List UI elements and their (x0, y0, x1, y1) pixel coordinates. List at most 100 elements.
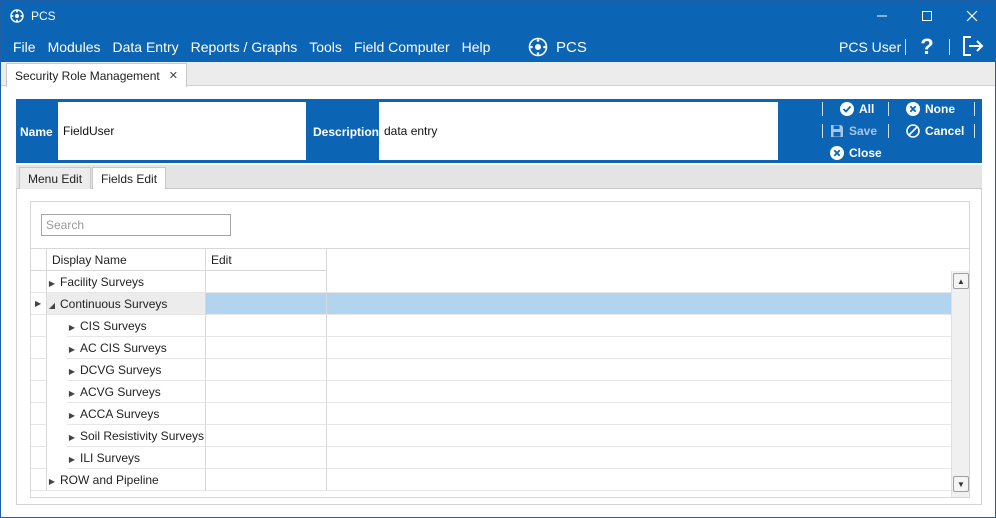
expand-arrow-icon[interactable]: ▶ (67, 449, 77, 471)
menu-file[interactable]: File (1, 35, 42, 59)
save-button[interactable]: Save (830, 124, 877, 138)
menu-data-entry[interactable]: Data Entry (106, 35, 184, 59)
edit-cell[interactable] (206, 381, 327, 403)
row-header[interactable]: ▶ (31, 293, 47, 315)
row-label: ACCA Surveys (80, 407, 160, 421)
tab-close-icon[interactable]: ✕ (169, 69, 178, 82)
edit-cell[interactable] (206, 315, 327, 337)
display-name-cell[interactable]: ▶ ACVG Surveys (67, 381, 206, 403)
current-row-indicator-icon: ▶ (35, 299, 42, 308)
row-header[interactable] (31, 403, 47, 425)
expand-arrow-icon[interactable]: ▶ (47, 273, 57, 295)
divider (905, 39, 906, 55)
column-header-edit[interactable]: Edit (206, 249, 327, 271)
empty-cell (327, 425, 951, 447)
tab-menu-edit[interactable]: Menu Edit (19, 167, 92, 190)
menu-modules[interactable]: Modules (42, 35, 107, 59)
empty-cell (327, 293, 951, 315)
table-row[interactable]: ▶ DCVG Surveys (31, 359, 951, 381)
brand: PCS (528, 37, 587, 57)
row-header[interactable] (31, 469, 47, 491)
row-header[interactable] (31, 425, 47, 447)
table-row[interactable]: ▶ ILI Surveys (31, 447, 951, 469)
expand-arrow-icon[interactable]: ▶ (67, 361, 77, 383)
vertical-scrollbar[interactable]: ▲ ▼ (951, 271, 969, 497)
divider (888, 102, 889, 116)
help-icon[interactable]: ? (917, 34, 937, 60)
save-label: Save (849, 124, 878, 138)
display-name-cell[interactable]: ▶ Facility Surveys (47, 271, 206, 293)
display-name-cell[interactable]: ▶ CIS Surveys (67, 315, 206, 337)
row-header[interactable] (31, 447, 47, 469)
display-name-cell[interactable]: ▶ Soil Resistivity Surveys (67, 425, 206, 447)
menu-help[interactable]: Help (456, 35, 497, 59)
window-title: PCS (31, 9, 56, 23)
select-none-button[interactable]: None (906, 102, 955, 116)
row-label: Facility Surveys (60, 275, 145, 289)
column-header-display-name[interactable]: Display Name (47, 249, 206, 271)
row-label: DCVG Surveys (80, 363, 162, 377)
tab-security-role-management[interactable]: Security Role Management ✕ (6, 63, 187, 87)
row-header[interactable] (31, 271, 47, 293)
expand-arrow-icon[interactable]: ▶ (67, 405, 77, 427)
app-logo-icon (10, 9, 24, 23)
menu-tools[interactable]: Tools (303, 35, 348, 59)
row-header[interactable] (31, 359, 47, 381)
close-icon (966, 10, 978, 22)
select-all-button[interactable]: All (840, 102, 874, 116)
table-row[interactable]: ▶ ACVG Surveys (31, 381, 951, 403)
description-field[interactable] (379, 102, 778, 160)
display-name-cell[interactable]: ▶ ACCA Surveys (67, 403, 206, 425)
edit-cell[interactable] (206, 293, 327, 315)
display-name-cell[interactable]: ▶ ILI Surveys (67, 447, 206, 469)
edit-cell[interactable] (206, 359, 327, 381)
menu-reports-graphs[interactable]: Reports / Graphs (185, 35, 304, 59)
edit-cell[interactable] (206, 271, 327, 293)
cancel-label: Cancel (925, 124, 965, 138)
display-name-cell[interactable]: ◢ Continuous Surveys (47, 293, 206, 315)
expand-arrow-icon[interactable]: ▶ (67, 383, 77, 405)
menu-field-computer[interactable]: Field Computer (348, 35, 456, 59)
table-row[interactable]: ▶ ROW and Pipeline (31, 469, 951, 491)
expand-arrow-icon[interactable]: ▶ (67, 317, 77, 339)
row-header[interactable] (31, 381, 47, 403)
cancel-button[interactable]: Cancel (906, 124, 964, 138)
expand-arrow-icon[interactable]: ▶ (67, 339, 77, 361)
table-row[interactable]: ▶ ◢ Continuous Surveys (31, 293, 951, 315)
name-field[interactable] (58, 102, 306, 160)
collapse-arrow-icon[interactable]: ◢ (47, 295, 57, 317)
logout-icon[interactable] (961, 35, 985, 57)
display-name-cell[interactable]: ▶ ROW and Pipeline (47, 469, 206, 491)
maximize-button[interactable] (904, 3, 950, 29)
row-header[interactable] (31, 315, 47, 337)
search-input[interactable] (41, 214, 231, 236)
minimize-icon (877, 15, 887, 17)
fields-grid-panel: Display Name Edit ▶Facility Surveys▶◢Con… (30, 201, 970, 498)
edit-cell[interactable] (206, 403, 327, 425)
divider (822, 102, 823, 116)
close-button[interactable]: Close (830, 146, 882, 160)
expand-arrow-icon[interactable]: ▶ (67, 427, 77, 449)
scroll-down-button[interactable]: ▼ (953, 476, 969, 492)
table-row[interactable]: ▶ AC CIS Surveys (31, 337, 951, 359)
tab-fields-edit[interactable]: Fields Edit (92, 167, 167, 190)
close-window-button[interactable] (949, 3, 995, 29)
display-name-cell[interactable]: ▶ DCVG Surveys (67, 359, 206, 381)
row-label: ROW and Pipeline (60, 473, 159, 487)
edit-cell[interactable] (206, 337, 327, 359)
table-row[interactable]: ▶ Facility Surveys (31, 271, 951, 293)
divider (822, 124, 823, 138)
edit-cell[interactable] (206, 447, 327, 469)
table-row[interactable]: ▶ CIS Surveys (31, 315, 951, 337)
minimize-button[interactable] (859, 3, 905, 29)
expand-arrow-icon[interactable]: ▶ (47, 471, 57, 493)
table-row[interactable]: ▶ ACCA Surveys (31, 403, 951, 425)
table-row[interactable]: ▶ Soil Resistivity Surveys (31, 425, 951, 447)
display-name-cell[interactable]: ▶ AC CIS Surveys (67, 337, 206, 359)
row-header[interactable] (31, 337, 47, 359)
edit-cell[interactable] (206, 469, 327, 491)
empty-cell (327, 381, 951, 403)
scroll-up-button[interactable]: ▲ (953, 273, 969, 289)
edit-cell[interactable] (206, 425, 327, 447)
current-user[interactable]: PCS User (839, 37, 901, 57)
